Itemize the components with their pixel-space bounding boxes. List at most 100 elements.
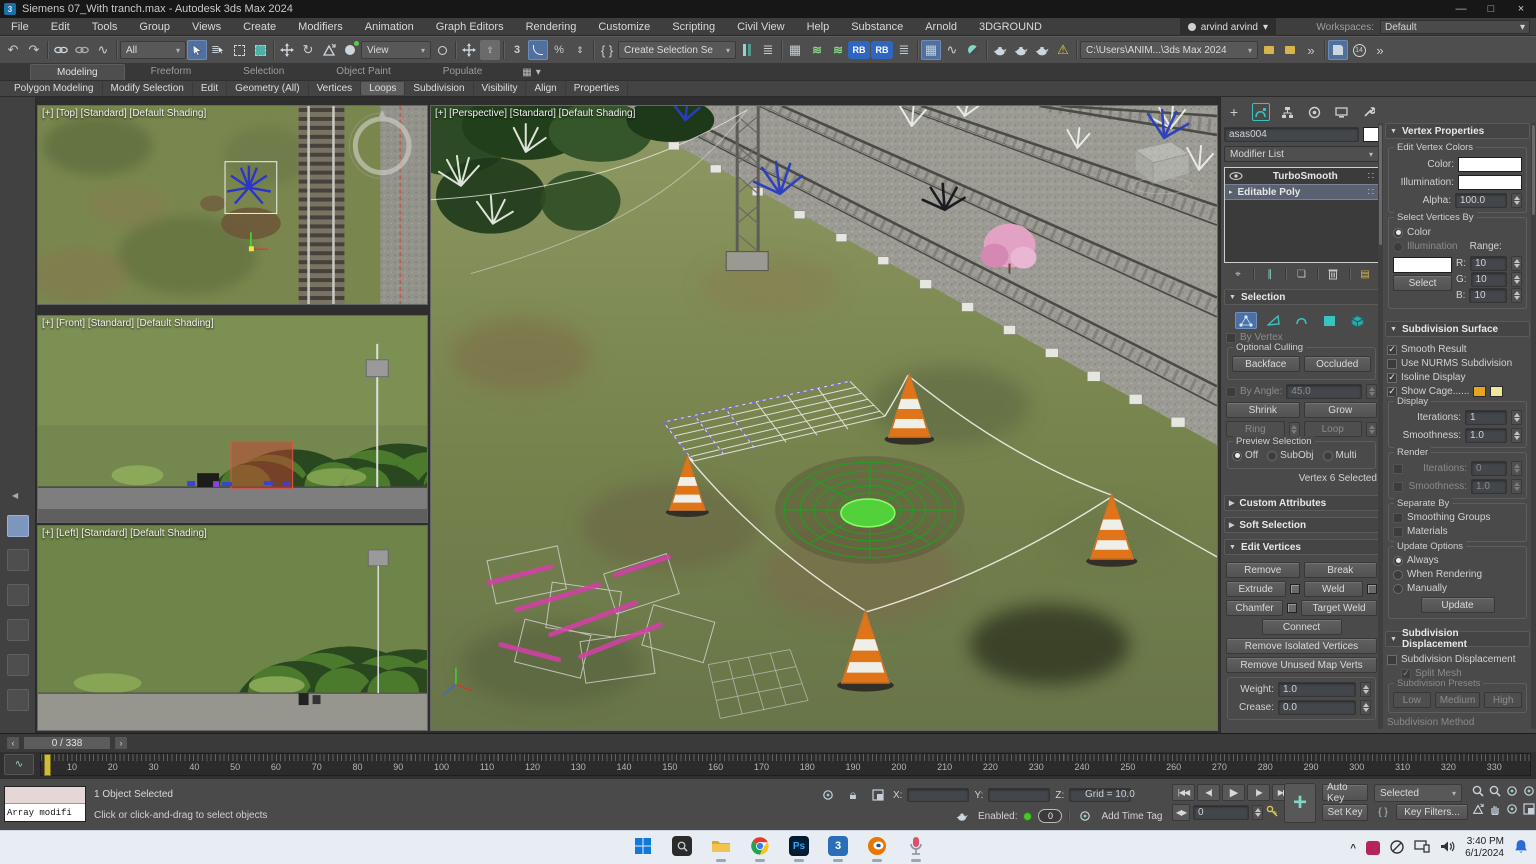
subdivision-displacement-checkbox[interactable] <box>1387 655 1397 665</box>
preview-off-radio[interactable] <box>1232 451 1242 461</box>
material-editor-icon[interactable] <box>963 40 983 60</box>
viewport-perspective[interactable]: [+] [Perspective] [Standard] [Default Sh… <box>430 105 1218 731</box>
viewport-front-label[interactable]: [+] [Front] [Standard] [Default Shading] <box>42 318 214 329</box>
scene-explorer-icon[interactable]: ▦ <box>785 40 805 60</box>
show-end-result-icon[interactable]: ∥ <box>1262 266 1278 282</box>
account-chip[interactable]: arvind arvind ▾ <box>1180 18 1276 36</box>
viewport-perspective-label[interactable]: [+] [Perspective] [Standard] [Default Sh… <box>435 108 635 119</box>
object-color-swatch[interactable] <box>1363 127 1379 142</box>
range-b-spinner[interactable] <box>1511 288 1522 303</box>
weld-settings-icon[interactable] <box>1367 584 1377 594</box>
update-manually-radio[interactable] <box>1393 584 1403 594</box>
select-by-illumination-radio[interactable] <box>1393 242 1403 252</box>
grow-button[interactable]: Grow <box>1304 402 1378 418</box>
menu-item[interactable]: Animation <box>354 19 425 35</box>
align-icon[interactable]: ≣ <box>758 40 778 60</box>
tray-expand-icon[interactable]: ^ <box>1350 843 1356 854</box>
hierarchy-tab-icon[interactable] <box>1279 103 1297 121</box>
subdivision-surface-header[interactable]: ▼Subdivision Surface <box>1385 321 1530 337</box>
zoom-icon[interactable] <box>1470 783 1485 799</box>
materials-checkbox[interactable] <box>1393 527 1403 537</box>
select-by-color-value-swatch[interactable] <box>1393 257 1452 273</box>
menu-item[interactable]: Edit <box>40 19 81 35</box>
remove-isolated-vertices-button[interactable]: Remove Isolated Vertices <box>1226 638 1377 654</box>
file-explorer-icon[interactable] <box>708 833 734 859</box>
menu-item[interactable]: Modifiers <box>287 19 354 35</box>
select-and-scale-icon[interactable] <box>319 40 339 60</box>
menu-item[interactable]: Customize <box>587 19 661 35</box>
import-icon[interactable] <box>1259 40 1279 60</box>
crease-spinner[interactable] <box>1360 700 1371 715</box>
object-name-field[interactable]: asas004 <box>1224 127 1359 142</box>
by-angle-checkbox[interactable] <box>1226 387 1236 397</box>
menu-item[interactable]: Rendering <box>515 19 588 35</box>
go-to-start-icon[interactable]: |◀◀ <box>1172 784 1195 801</box>
redo-icon[interactable]: ↷ <box>24 40 44 60</box>
timeline-ruler[interactable]: 1020304050607080901001101201301401501601… <box>40 753 1531 776</box>
ribbon-panel[interactable]: Modify Selection <box>103 82 193 95</box>
menu-item[interactable]: File <box>0 19 40 35</box>
weld-button[interactable]: Weld <box>1304 581 1364 597</box>
previous-frame-icon[interactable]: ◀| <box>1197 784 1220 801</box>
chevron-down-icon[interactable]: ▾ <box>536 67 541 78</box>
weight-spinner[interactable] <box>1360 682 1371 697</box>
panel-scrollbar-1[interactable] <box>1378 123 1383 729</box>
menu-item[interactable]: 3DGROUND <box>968 19 1053 35</box>
menu-item[interactable]: Substance <box>840 19 914 35</box>
key-mode-dropdown[interactable]: Selected▾ <box>1374 784 1462 802</box>
crease-field[interactable]: 0.0 <box>1278 700 1356 715</box>
ribbon-tab[interactable]: Selection <box>217 64 310 80</box>
display-iterations-field[interactable]: 1 <box>1465 410 1507 425</box>
panel-scrollbar-2[interactable] <box>1531 123 1536 729</box>
ribbon-panel[interactable]: Geometry (All) <box>227 82 308 95</box>
soft-selection-header[interactable]: ▶Soft Selection <box>1224 517 1379 533</box>
search-icon[interactable] <box>669 833 695 859</box>
by-vertex-checkbox[interactable] <box>1226 333 1236 343</box>
window-crossing-icon[interactable] <box>250 40 270 60</box>
plugin-rb-icon-1[interactable]: RB <box>848 41 870 59</box>
ribbon-panel[interactable]: Vertices <box>309 82 362 95</box>
next-frame-icon[interactable]: |▶ <box>1247 784 1270 801</box>
selection-filter-dropdown[interactable]: All▾ <box>120 41 186 59</box>
notification-bell-icon[interactable] <box>1514 839 1528 857</box>
viewport-left[interactable]: [+] [Left] [Standard] [Default Shading] <box>37 525 428 731</box>
set-key-button[interactable]: Set Key <box>1322 804 1368 821</box>
border-subobject-icon[interactable] <box>1291 312 1313 329</box>
range-g-field[interactable]: 10 <box>1471 272 1507 287</box>
key-mode-toggle-icon[interactable] <box>1266 805 1278 820</box>
display-smoothness-spinner[interactable] <box>1511 428 1522 443</box>
custom-attributes-header[interactable]: ▶Custom Attributes <box>1224 495 1379 511</box>
angle-snap-icon[interactable] <box>528 40 548 60</box>
ribbon-panel[interactable]: Polygon Modeling <box>6 82 103 95</box>
extrude-button[interactable]: Extrude <box>1226 581 1286 597</box>
preview-multi-radio[interactable] <box>1323 451 1333 461</box>
polygon-subobject-icon[interactable] <box>1319 312 1341 329</box>
range-r-spinner[interactable] <box>1511 256 1522 271</box>
select-and-manipulate-icon[interactable] <box>459 40 479 60</box>
save-scene-icon[interactable] <box>1328 40 1348 60</box>
update-when-rendering-radio[interactable] <box>1393 570 1403 580</box>
render-iterations-field[interactable]: 0 <box>1471 461 1507 476</box>
select-and-move-icon[interactable] <box>277 40 297 60</box>
spinner-snap-icon[interactable]: ⇕ <box>570 40 590 60</box>
stack-row-turbosmooth[interactable]: TurboSmooth ∷ <box>1225 168 1378 184</box>
ribbon-config-icon[interactable]: ▦ <box>522 67 531 78</box>
absolute-offset-icon[interactable] <box>868 787 888 803</box>
ribbon-panel[interactable]: Edit <box>193 82 227 95</box>
extrude-settings-icon[interactable] <box>1290 584 1300 594</box>
make-unique-icon[interactable]: ❏ <box>1294 266 1310 282</box>
menu-item[interactable]: Views <box>181 19 232 35</box>
strip-tool-1[interactable] <box>7 515 29 537</box>
range-b-field[interactable]: 10 <box>1469 288 1507 303</box>
auto-key-button[interactable]: Auto Key <box>1322 784 1368 801</box>
ribbon-panel[interactable]: Subdivision <box>405 82 473 95</box>
modifier-settings-icon[interactable]: ∷ <box>1368 171 1374 182</box>
stack-row-editable-poly[interactable]: ▸ Editable Poly ∷ <box>1225 184 1378 200</box>
strip-tool-4[interactable] <box>7 619 29 641</box>
cage-color-1-swatch[interactable] <box>1473 386 1486 397</box>
blender-icon[interactable] <box>864 833 890 859</box>
update-always-radio[interactable] <box>1393 556 1403 566</box>
render-iterations-checkbox[interactable] <box>1393 464 1403 474</box>
weight-field[interactable]: 1.0 <box>1278 682 1356 697</box>
listener-script-row[interactable]: Array modifi <box>5 804 85 821</box>
